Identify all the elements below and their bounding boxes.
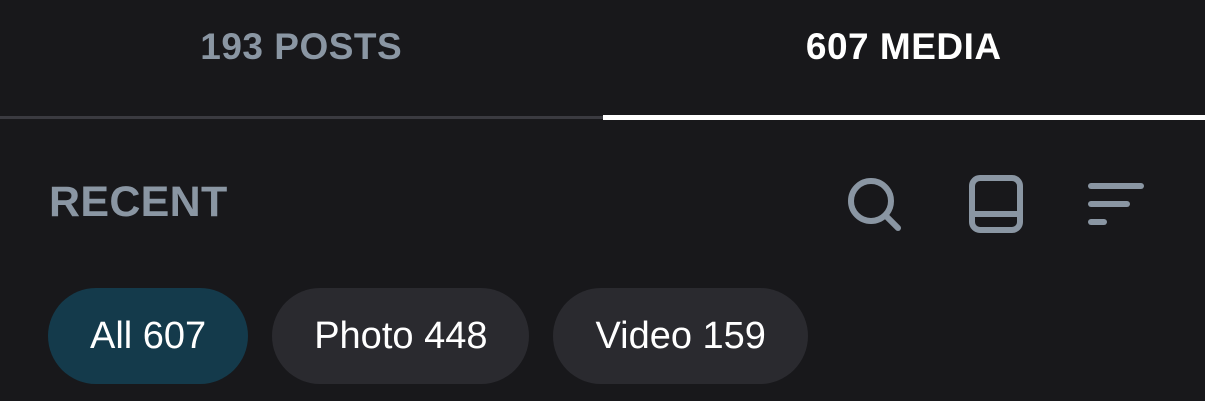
search-button[interactable]	[842, 172, 906, 236]
filter-chip-video[interactable]: Video 159	[553, 288, 808, 384]
filter-chip-photo[interactable]: Photo 448	[272, 288, 530, 384]
book-icon	[969, 175, 1023, 233]
search-icon	[848, 178, 901, 231]
sort-icon	[1088, 183, 1144, 225]
tab-media[interactable]: 607 MEDIA	[603, 0, 1205, 94]
media-screen: 193 POSTS 607 MEDIA RECENT All 607 Photo…	[0, 0, 1205, 401]
active-tab-indicator	[603, 115, 1205, 120]
sort-button[interactable]	[1084, 172, 1148, 236]
media-filter-chips: All 607 Photo 448 Video 159	[48, 288, 808, 384]
section-title: RECENT	[49, 178, 228, 226]
filter-chip-all[interactable]: All 607	[48, 288, 249, 384]
tab-posts[interactable]: 193 POSTS	[0, 0, 603, 94]
tab-bar: 193 POSTS 607 MEDIA	[0, 0, 1205, 120]
view-mode-button[interactable]	[964, 172, 1028, 236]
